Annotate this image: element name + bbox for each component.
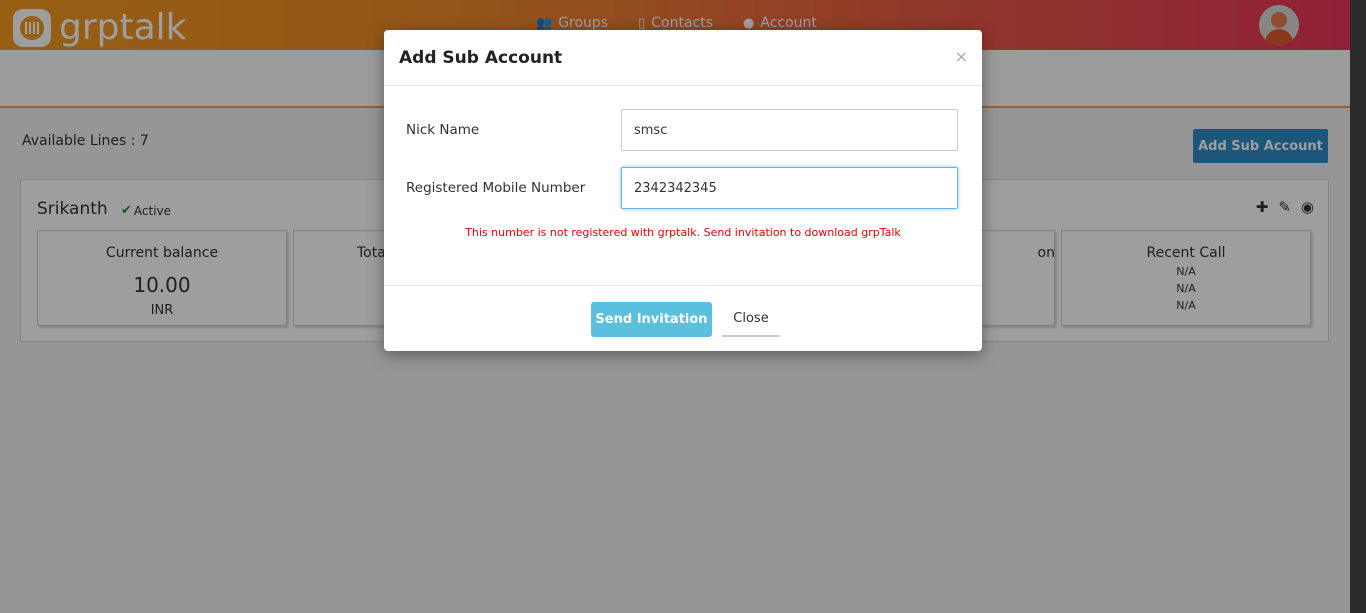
add-sub-account-modal: Add Sub Account × Nick Name Registered M… (384, 30, 982, 351)
close-button[interactable]: Close (722, 302, 780, 337)
modal-header: Add Sub Account × (384, 30, 982, 86)
scrollbar[interactable] (1350, 0, 1366, 613)
modal-title: Add Sub Account (399, 48, 563, 68)
modal-footer: Send Invitation Close (384, 285, 982, 351)
mobile-row: Registered Mobile Number (406, 167, 958, 209)
error-message: This number is not registered with grpta… (465, 226, 901, 239)
nick-name-field[interactable] (621, 109, 958, 151)
nick-name-row: Nick Name (406, 109, 958, 151)
nick-name-label: Nick Name (406, 122, 480, 138)
send-invitation-button[interactable]: Send Invitation (591, 302, 712, 337)
mobile-number-field[interactable] (621, 167, 958, 209)
mobile-label: Registered Mobile Number (406, 180, 586, 196)
close-icon[interactable]: × (955, 47, 968, 66)
